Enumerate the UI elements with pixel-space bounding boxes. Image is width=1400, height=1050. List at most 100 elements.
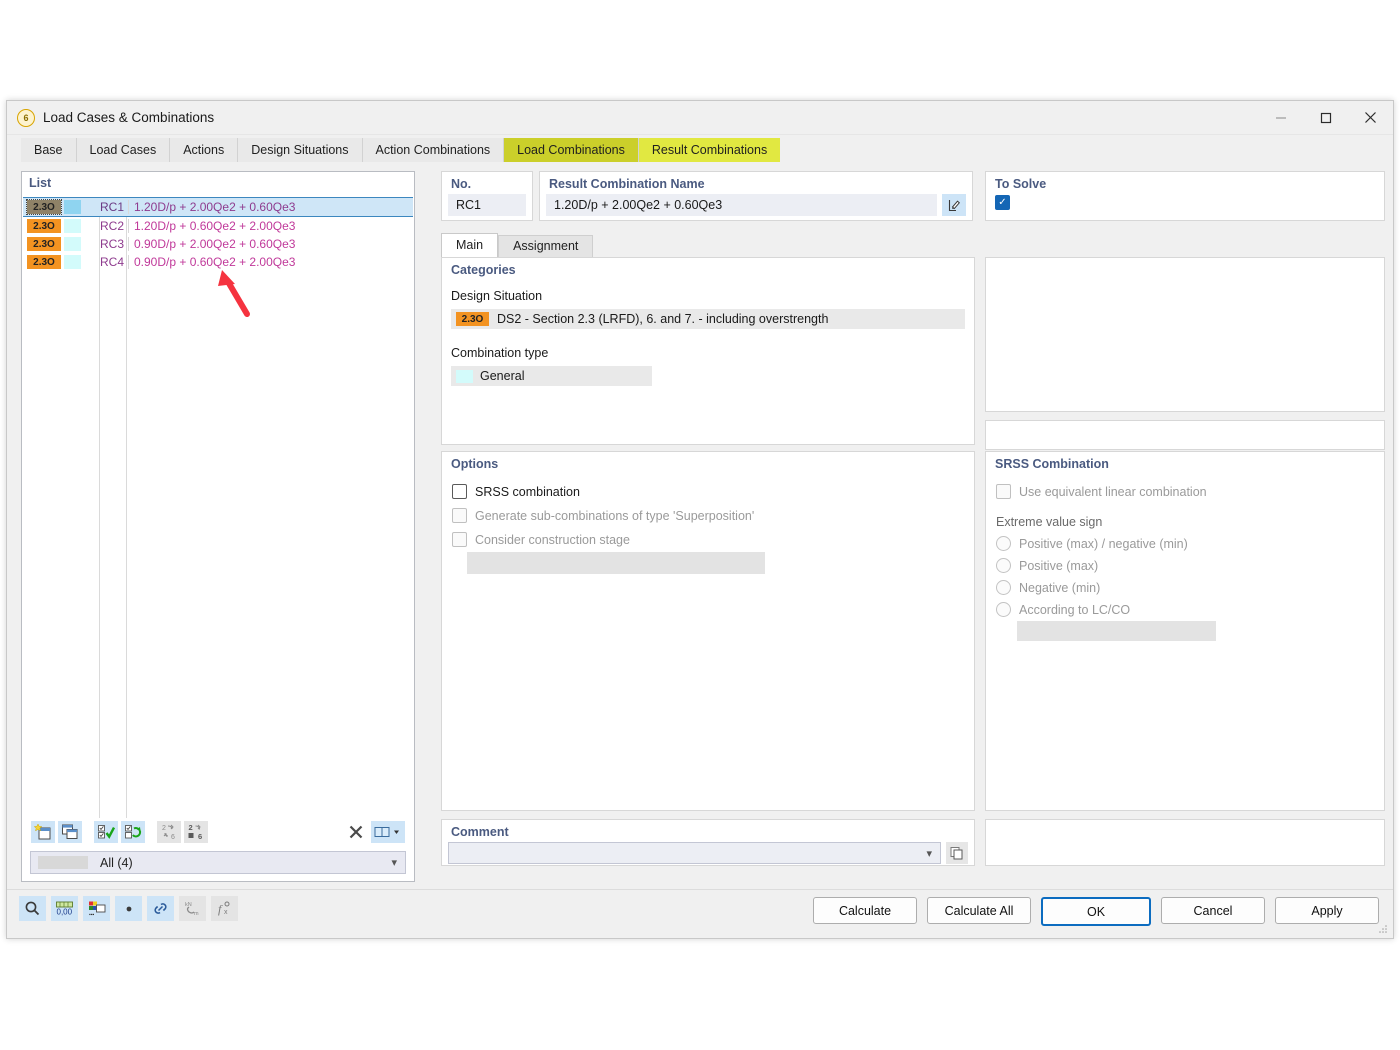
ok-button[interactable]: OK bbox=[1041, 897, 1151, 926]
design-situation-badge: 2.3O bbox=[27, 255, 61, 269]
renumber-partial-button[interactable]: 2 6 bbox=[184, 821, 208, 843]
radio-positive-label: Positive (max) bbox=[1019, 558, 1099, 573]
details-panel: No. RC1 Result Combination Name 1.20D/p … bbox=[423, 171, 1385, 882]
magnifier-icon[interactable] bbox=[19, 896, 46, 921]
svg-text:6: 6 bbox=[198, 832, 202, 841]
row-description: 1.20D/p + 0.60Qe2 + 2.00Qe3 bbox=[128, 219, 413, 233]
tab-assignment[interactable]: Assignment bbox=[498, 235, 594, 257]
numeric-format-icon[interactable]: 0,00 bbox=[51, 896, 78, 921]
radio-positive-row: Positive (max) bbox=[996, 558, 1384, 573]
design-situation-badge: 2.3O bbox=[27, 219, 61, 233]
to-solve-checkbox[interactable]: ✓ bbox=[995, 195, 1010, 210]
units-icon[interactable]: kN m bbox=[179, 896, 206, 921]
number-input[interactable]: RC1 bbox=[448, 194, 526, 216]
consider-construction-stage-checkbox bbox=[452, 532, 467, 547]
radio-positive bbox=[996, 558, 1011, 573]
function-icon[interactable]: f x bbox=[211, 896, 238, 921]
upper-right-empty-panel bbox=[985, 257, 1385, 412]
to-solve-label: To Solve bbox=[995, 177, 1047, 191]
color-swatch bbox=[64, 255, 81, 269]
renumber-button[interactable]: 2 6 bbox=[157, 821, 181, 843]
screen-root: 6 Load Cases & Combinations Base Load Ca… bbox=[0, 0, 1400, 1050]
main-tab-strip: Base Load Cases Actions Design Situation… bbox=[7, 135, 1393, 163]
copy-item-button[interactable] bbox=[58, 821, 82, 843]
apply-button[interactable]: Apply bbox=[1275, 897, 1379, 924]
consider-construction-stage-label: Consider construction stage bbox=[475, 532, 630, 547]
generate-subcombinations-row: Generate sub-combinations of type 'Super… bbox=[452, 508, 974, 523]
delete-button[interactable] bbox=[344, 821, 368, 843]
list-filter-dropdown[interactable]: All (4) ▾ bbox=[30, 851, 406, 874]
categories-panel: Categories Design Situation 2.3O DS2 - S… bbox=[441, 257, 975, 445]
row-description: 0.90D/p + 2.00Qe2 + 0.60Qe3 bbox=[128, 237, 413, 251]
use-equivalent-linear-row: Use equivalent linear combination bbox=[996, 484, 1384, 499]
resize-grip[interactable] bbox=[1378, 924, 1388, 934]
tab-load-combinations[interactable]: Load Combinations bbox=[504, 138, 639, 163]
table-row[interactable]: 2.3O RC4 0.90D/p + 0.60Qe2 + 2.00Qe3 bbox=[23, 253, 413, 271]
select-all-button[interactable] bbox=[94, 821, 118, 843]
maximize-icon[interactable] bbox=[1303, 101, 1348, 134]
close-icon[interactable] bbox=[1348, 101, 1393, 134]
color-swatch bbox=[64, 237, 81, 251]
name-input[interactable]: 1.20D/p + 2.00Qe2 + 0.60Qe3 bbox=[546, 194, 937, 216]
name-field-box: Result Combination Name 1.20D/p + 2.00Qe… bbox=[539, 171, 973, 221]
row-number: RC1 bbox=[99, 200, 124, 214]
radio-according-to-lcco-label: According to LC/CO bbox=[1019, 602, 1131, 617]
to-solve-box: To Solve ✓ bbox=[985, 171, 1385, 221]
design-situation-value-row[interactable]: 2.3O DS2 - Section 2.3 (LRFD), 6. and 7.… bbox=[451, 309, 965, 329]
options-panel: Options SRSS combination Generate sub-co… bbox=[441, 451, 975, 811]
number-field-box: No. RC1 bbox=[441, 171, 533, 221]
color-legend-icon[interactable]: ▪▪▪ bbox=[83, 896, 110, 921]
categories-title: Categories bbox=[451, 263, 516, 277]
radio-negative bbox=[996, 580, 1011, 595]
view-layout-button[interactable] bbox=[371, 821, 405, 843]
construction-stage-input bbox=[467, 552, 765, 574]
design-situation-label: Design Situation bbox=[451, 289, 543, 303]
radio-positive-negative-row: Positive (max) / negative (min) bbox=[996, 536, 1384, 551]
dialog-body: List 2.3O RC1 1.20D/p + 2.00Qe2 + 0.60Qe… bbox=[7, 162, 1393, 890]
invert-selection-button[interactable] bbox=[121, 821, 145, 843]
cancel-button[interactable]: Cancel bbox=[1161, 897, 1265, 924]
comment-copy-button[interactable] bbox=[946, 842, 968, 864]
extreme-value-sign-label: Extreme value sign bbox=[996, 515, 1103, 529]
svg-text:▪▪▪: ▪▪▪ bbox=[89, 912, 95, 917]
tab-design-situations[interactable]: Design Situations bbox=[238, 138, 363, 163]
combination-type-value-row[interactable]: General bbox=[451, 366, 652, 386]
table-row[interactable]: 2.3O RC2 1.20D/p + 0.60Qe2 + 2.00Qe3 bbox=[23, 217, 413, 235]
bottom-right-empty-panel bbox=[985, 819, 1385, 866]
minimize-icon[interactable] bbox=[1258, 101, 1303, 134]
dot-icon[interactable] bbox=[115, 896, 142, 921]
tab-actions[interactable]: Actions bbox=[170, 138, 239, 163]
radio-negative-row: Negative (min) bbox=[996, 580, 1384, 595]
combination-type-label: Combination type bbox=[451, 346, 549, 360]
chevron-down-icon: ▾ bbox=[391, 857, 397, 869]
lcco-input bbox=[1017, 621, 1216, 641]
list-rows: 2.3O RC1 1.20D/p + 2.00Qe2 + 0.60Qe3 2.3… bbox=[23, 197, 413, 818]
name-label: Result Combination Name bbox=[549, 177, 705, 191]
srss-combination-checkbox[interactable] bbox=[452, 484, 467, 499]
calculate-all-button[interactable]: Calculate All bbox=[927, 897, 1031, 924]
srss-combination-checkbox-row[interactable]: SRSS combination bbox=[452, 484, 974, 499]
row-number: RC2 bbox=[99, 219, 124, 233]
table-row[interactable]: 2.3O RC3 0.90D/p + 2.00Qe2 + 0.60Qe3 bbox=[23, 235, 413, 253]
tab-base[interactable]: Base bbox=[21, 138, 77, 163]
svg-text:m: m bbox=[194, 911, 199, 917]
use-equivalent-linear-label: Use equivalent linear combination bbox=[1019, 484, 1207, 499]
tab-main[interactable]: Main bbox=[441, 233, 499, 257]
link-icon[interactable] bbox=[147, 896, 174, 921]
radio-according-to-lcco bbox=[996, 602, 1011, 617]
footer-icon-group: 0,00 ▪▪▪ kN m f x bbox=[19, 896, 243, 921]
calculate-button[interactable]: Calculate bbox=[813, 897, 917, 924]
tab-load-cases[interactable]: Load Cases bbox=[76, 138, 171, 163]
list-header-label: List bbox=[29, 176, 52, 190]
footer-button-group: Calculate Calculate All OK Cancel Apply bbox=[803, 897, 1379, 926]
color-swatch bbox=[64, 200, 81, 214]
generate-subcombinations-checkbox bbox=[452, 508, 467, 523]
list-toolbar: 2 6 2 6 bbox=[23, 819, 413, 845]
edit-name-button[interactable] bbox=[942, 194, 966, 216]
tab-action-combinations[interactable]: Action Combinations bbox=[362, 138, 505, 163]
new-item-button[interactable] bbox=[31, 821, 55, 843]
table-row[interactable]: 2.3O RC1 1.20D/p + 2.00Qe2 + 0.60Qe3 bbox=[23, 197, 413, 217]
comment-input[interactable]: ▾ bbox=[448, 842, 941, 864]
tab-result-combinations[interactable]: Result Combinations bbox=[638, 138, 781, 163]
row-number: RC4 bbox=[99, 255, 124, 269]
